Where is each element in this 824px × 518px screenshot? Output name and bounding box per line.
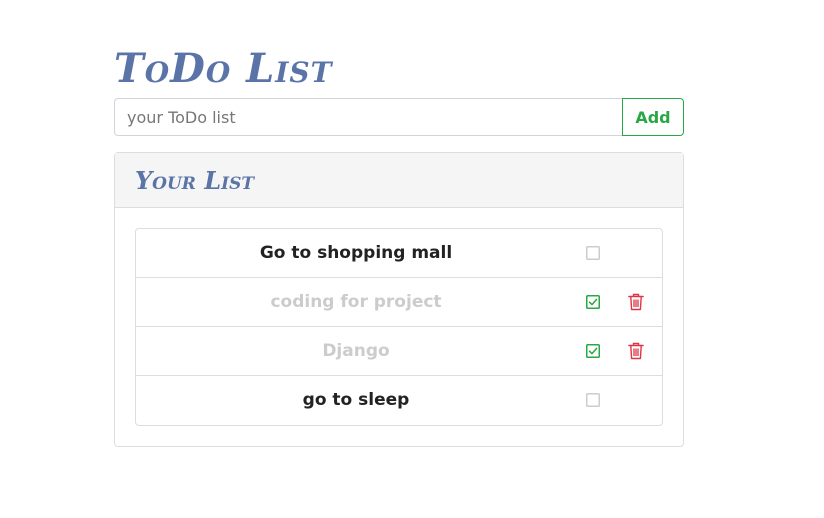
todo-list: Go to shopping mall coding for project Dja… xyxy=(135,228,663,426)
todo-item: go to sleep xyxy=(136,376,662,425)
todo-item-text: Go to shopping mall xyxy=(259,243,453,263)
list-card: Your List Go to shopping mall coding for … xyxy=(114,152,684,447)
list-card-title: Your List xyxy=(115,153,683,208)
todo-item-text: go to sleep xyxy=(302,390,410,410)
trash-icon[interactable] xyxy=(628,293,644,311)
square-icon[interactable] xyxy=(586,393,600,407)
list-card-body: Go to shopping mall coding for project Dja… xyxy=(115,208,683,446)
add-todo-form: Add xyxy=(114,98,684,136)
trash-icon[interactable] xyxy=(628,342,644,360)
add-button[interactable]: Add xyxy=(622,98,684,136)
todo-app: ToDo List Add Your List Go to shopping m… xyxy=(114,40,684,447)
todo-input[interactable] xyxy=(114,98,622,136)
todo-item: Go to shopping mall xyxy=(136,229,662,278)
todo-item: Django xyxy=(136,327,662,376)
check-square-icon[interactable] xyxy=(586,295,600,309)
page-title: ToDo List xyxy=(114,45,333,92)
square-icon[interactable] xyxy=(586,246,600,260)
check-square-icon[interactable] xyxy=(586,344,600,358)
todo-item-text: Django xyxy=(322,341,390,361)
todo-item: coding for project xyxy=(136,278,662,327)
todo-item-text: coding for project xyxy=(270,292,442,312)
